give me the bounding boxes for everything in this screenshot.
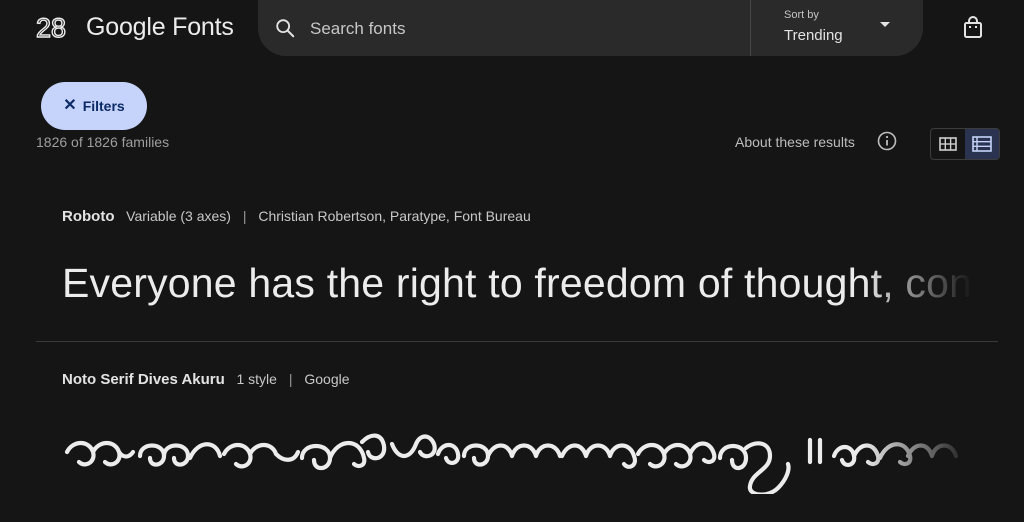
- font-name: Noto Serif Dives Akuru: [62, 371, 225, 388]
- filters-label: Filters: [82, 98, 125, 114]
- font-card-noto-serif-dives-akuru[interactable]: Noto Serif Dives Akuru 1 style | Google: [36, 341, 998, 522]
- brand-title[interactable]: Google Fonts: [86, 13, 234, 42]
- view-toggle: [930, 128, 1000, 160]
- font-name: Roboto: [62, 208, 115, 225]
- font-styles: Variable (3 axes): [126, 208, 231, 224]
- results-count: 1826 of 1826 families: [36, 134, 170, 150]
- font-styles: 1 style: [236, 371, 277, 387]
- google-fonts-logo-icon: 28: [36, 12, 67, 42]
- list-view-icon[interactable]: [965, 129, 999, 159]
- about-results-link[interactable]: About these results: [735, 134, 855, 150]
- svg-text:28: 28: [36, 13, 66, 42]
- font-meta: Roboto Variable (3 axes) | Christian Rob…: [62, 208, 531, 225]
- sort-value: Trending: [784, 27, 843, 44]
- font-sample-text: Everyone has the right to freedom of tho…: [62, 260, 972, 306]
- close-icon: ✕: [63, 97, 77, 114]
- filters-button[interactable]: ✕ Filters: [41, 82, 147, 130]
- grid-view-icon[interactable]: [931, 129, 965, 159]
- font-card-roboto[interactable]: Roboto Variable (3 axes) | Christian Rob…: [36, 190, 998, 340]
- chevron-down-icon: [880, 22, 890, 27]
- search-input[interactable]: [308, 14, 732, 44]
- font-designers: Christian Robertson, Paratype, Font Bure…: [258, 208, 531, 224]
- script-sample-glyphs: [64, 433, 959, 494]
- font-designers: Google: [304, 371, 350, 387]
- search-icon[interactable]: [274, 17, 296, 39]
- sort-dropdown[interactable]: Sort by Trending: [764, 0, 904, 56]
- meta-separator: |: [242, 208, 247, 224]
- info-icon[interactable]: [877, 131, 897, 151]
- search-bar: Sort by Trending: [258, 0, 923, 56]
- sort-label: Sort by: [784, 9, 819, 21]
- font-meta: Noto Serif Dives Akuru 1 style | Google: [62, 371, 350, 388]
- meta-separator: |: [288, 371, 293, 387]
- shopping-bag-icon[interactable]: [960, 15, 986, 41]
- sort-divider: [750, 0, 751, 56]
